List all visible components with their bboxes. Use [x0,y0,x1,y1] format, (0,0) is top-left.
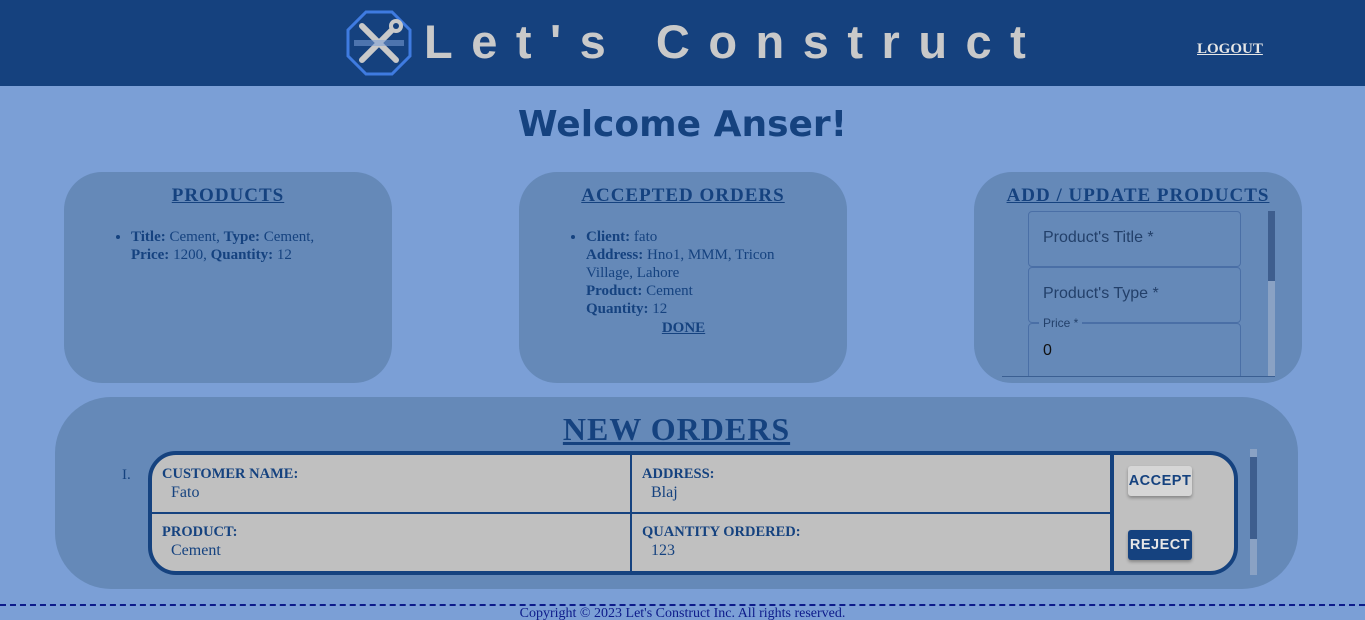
brand-title: Let's Construct [424,15,1045,68]
footer-copyright: Copyright © 2023 Let's Construct Inc. Al… [519,606,846,620]
customer-name-value: Fato [171,484,200,501]
product-title-placeholder: Product's Title * [1043,229,1154,246]
price-value: 0 [1043,342,1052,359]
accepted-orders-title: ACCEPTED ORDERS [581,185,785,206]
order-address-key: ADDRESS: [642,466,715,482]
new-orders-panel: NEW ORDERS I. CUSTOMER NAME: Fato ADDRES… [55,397,1298,589]
customer-name-key: CUSTOMER NAME: [162,466,299,482]
accepted-orders-card: ACCEPTED ORDERS Client: fato Address: Hn… [519,172,847,383]
accept-button[interactable]: ACCEPT [1128,466,1192,496]
row-divider [152,512,1112,514]
quantity-value: 12 [652,301,668,317]
reject-button[interactable]: REJECT [1128,530,1192,560]
product-type-key: Type: [223,229,261,245]
welcome-heading: Welcome Anser! [517,104,848,145]
product-cell: PRODUCT: Cement [152,513,630,571]
order-product-value: Cement [171,542,221,559]
accepted-orders-list: Client: fato Address: Hno1, MMM, Tricon … [586,228,801,337]
client-value: fato [633,229,658,245]
quantity-key: Quantity: [586,301,649,317]
order-quantity-key: QUANTITY ORDERED: [642,524,801,540]
product-price-key: Price: [131,247,170,263]
orders-scrollbar-thumb[interactable] [1250,457,1257,539]
products-title: PRODUCTS [171,185,285,206]
product-type-placeholder: Product's Type * [1043,285,1159,302]
product-item: Title: Cement, Type: Cement, Price: 1200… [131,228,346,264]
product-value: Cement [646,283,693,299]
accepted-order-item: Client: fato Address: Hno1, MMM, Tricon … [586,228,801,337]
products-card: PRODUCTS Title: Cement, Type: Cement, Pr… [64,172,392,383]
add-update-title: ADD / UPDATE PRODUCTS [1006,185,1270,206]
order-index: I. [122,467,131,483]
done-button[interactable]: DONE [566,319,801,337]
product-title-field[interactable]: Product's Title * [1028,211,1241,267]
product-qty-key: Quantity: [210,247,274,263]
form-scrollbar[interactable] [1268,211,1275,376]
product-type-field[interactable]: Product's Type * [1028,267,1241,323]
product-type-value: Cement, [263,229,315,245]
add-update-products-card: ADD / UPDATE PRODUCTS Product's Title * … [974,172,1302,383]
product-form: Product's Title * Product's Type * Price… [1002,211,1275,377]
order-product-key: PRODUCT: [162,524,238,540]
products-list: Title: Cement, Type: Cement, Price: 1200… [131,228,346,264]
orders-scrollbar[interactable] [1250,449,1257,575]
address-cell: ADDRESS: Blaj [632,455,1112,513]
order-card: CUSTOMER NAME: Fato ADDRESS: Blaj PRODUC… [148,451,1238,575]
actions-divider [1110,455,1114,571]
product-key: Product: [586,283,643,299]
tools-logo-icon [346,10,412,76]
product-price-value: 1200, [173,247,207,263]
logout-link[interactable]: LOGOUT [1197,41,1263,58]
quantity-cell: QUANTITY ORDERED: 123 [632,513,1112,571]
product-qty-value: 12 [276,247,292,263]
address-key: Address: [586,247,644,263]
top-header: Let's Construct LOGOUT [0,0,1365,86]
client-key: Client: [586,229,631,245]
order-address-value: Blaj [651,484,678,501]
product-title-key: Title: [131,229,166,245]
form-scrollbar-thumb[interactable] [1268,211,1275,281]
product-title-value: Cement, [169,229,220,245]
order-quantity-value: 123 [651,542,675,559]
price-field[interactable]: Price * 0 [1028,316,1241,376]
customer-cell: CUSTOMER NAME: Fato [152,455,630,513]
column-divider [630,455,632,571]
new-orders-title: NEW ORDERS [562,411,791,447]
price-label: Price * [1039,316,1083,330]
